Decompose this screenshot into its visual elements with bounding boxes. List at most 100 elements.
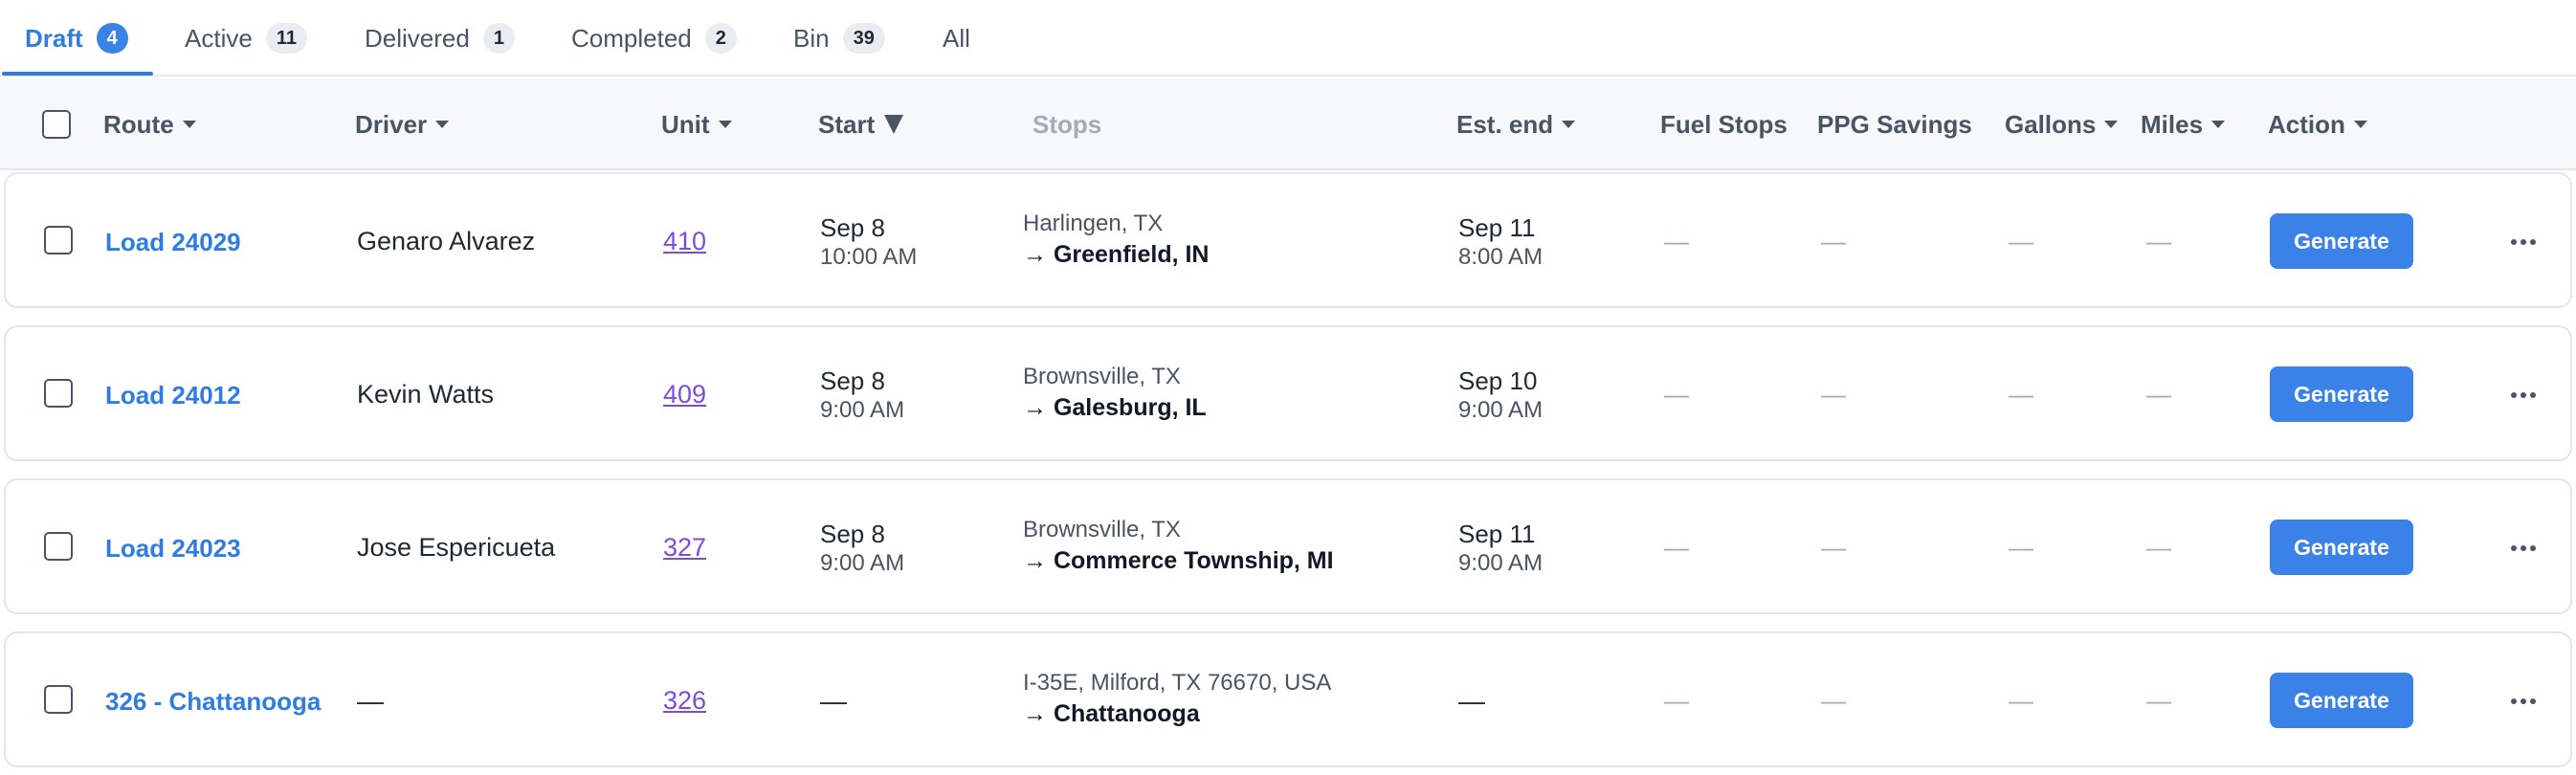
column-action[interactable]: Action <box>2268 78 2367 170</box>
tab-bin[interactable]: Bin 39 <box>793 0 885 77</box>
tab-label: Delivered <box>365 23 470 53</box>
start-time: 9:00 AM <box>820 397 905 423</box>
more-options-icon[interactable] <box>2505 693 2542 710</box>
tab-delivered[interactable]: Delivered 1 <box>365 0 515 77</box>
column-gallons[interactable]: Gallons <box>2005 78 2119 170</box>
row-select-cell <box>44 226 73 255</box>
tab-all[interactable]: All <box>943 0 970 77</box>
tab-count-badge: 39 <box>842 23 885 54</box>
tab-count-badge: 1 <box>482 23 515 54</box>
generate-button[interactable]: Generate <box>2270 520 2413 575</box>
start-time: 9:00 AM <box>820 550 905 576</box>
table-row[interactable]: Load 24012 Kevin Watts 409 Sep 8 9:00 AM… <box>4 325 2572 461</box>
route-link[interactable]: 326 - Chattanooga <box>105 687 321 717</box>
unit-link[interactable]: 326 <box>663 686 706 716</box>
tab-label: Completed <box>571 23 692 53</box>
tab-count-badge: 11 <box>265 23 307 54</box>
stop-origin: Brownsville, TX <box>1023 364 1181 389</box>
column-route[interactable]: Route <box>103 78 196 170</box>
end-time: 9:00 AM <box>1458 550 1543 576</box>
sort-caret-icon <box>2353 121 2367 128</box>
gallons-value: — <box>2009 380 2033 409</box>
stop-destination: → Commerce Township, MI <box>1023 547 1334 574</box>
driver-name: Genaro Alvarez <box>357 227 536 255</box>
end-date: Sep 10 <box>1458 366 1538 395</box>
driver-name: Kevin Watts <box>357 380 495 409</box>
start-cell: Sep 8 9:00 AM <box>820 365 904 425</box>
start-time: 10:00 AM <box>820 244 918 270</box>
ppg-savings-value: — <box>1821 227 1846 255</box>
end-time: 8:00 AM <box>1458 244 1543 270</box>
start-date: — <box>820 686 847 716</box>
table-header: Route Driver Unit Start Stops Est. end F… <box>0 78 2576 170</box>
stop-destination: → Chattanooga <box>1023 700 1200 727</box>
generate-button[interactable]: Generate <box>2270 673 2413 728</box>
stops-cell: Brownsville, TX → Commerce Township, MI <box>1023 515 1334 576</box>
tab-count-badge: 4 <box>96 23 128 54</box>
more-options-icon[interactable] <box>2505 540 2542 557</box>
unit-link[interactable]: 327 <box>663 533 706 563</box>
start-date: Sep 8 <box>820 520 885 548</box>
tab-label: Draft <box>25 23 83 53</box>
more-options-icon[interactable] <box>2505 387 2542 404</box>
ppg-savings-value: — <box>1821 380 1846 409</box>
row-select-cell <box>44 379 73 408</box>
column-label: Est. end <box>1456 109 1554 139</box>
row-checkbox[interactable] <box>44 685 73 714</box>
stop-origin: Brownsville, TX <box>1023 517 1181 542</box>
table-row[interactable]: Load 24023 Jose Espericueta 327 Sep 8 9:… <box>4 478 2572 614</box>
miles-value: — <box>2146 227 2171 255</box>
sort-caret-icon <box>182 121 196 128</box>
est-end-cell: Sep 10 9:00 AM <box>1458 365 1543 425</box>
sort-caret-icon <box>2211 121 2226 128</box>
active-tab-indicator <box>2 72 153 76</box>
start-cell: Sep 8 9:00 AM <box>820 519 904 578</box>
column-unit[interactable]: Unit <box>661 78 732 170</box>
more-options-icon[interactable] <box>2505 233 2542 251</box>
tab-active[interactable]: Active 11 <box>185 0 307 77</box>
tab-completed[interactable]: Completed 2 <box>571 0 737 77</box>
ppg-savings-value: — <box>1821 686 1846 715</box>
route-link[interactable]: Load 24012 <box>105 381 241 410</box>
unit-link[interactable]: 410 <box>663 227 706 256</box>
miles-value: — <box>2146 380 2171 409</box>
column-est-end[interactable]: Est. end <box>1456 78 1576 170</box>
unit-link[interactable]: 409 <box>663 380 706 410</box>
sort-caret-icon <box>718 121 732 128</box>
generate-button[interactable]: Generate <box>2270 213 2413 269</box>
column-label: Driver <box>355 109 428 139</box>
column-label: Start <box>818 109 876 139</box>
route-link[interactable]: Load 24029 <box>105 228 241 257</box>
end-date: Sep 11 <box>1458 520 1536 548</box>
ppg-savings-value: — <box>1821 533 1846 562</box>
row-checkbox[interactable] <box>44 532 73 561</box>
route-link[interactable]: Load 24023 <box>105 534 241 564</box>
tab-label: All <box>943 23 970 53</box>
start-date: Sep 8 <box>820 213 885 242</box>
generate-button[interactable]: Generate <box>2270 366 2413 422</box>
est-end-cell: Sep 11 8:00 AM <box>1458 212 1543 272</box>
tab-label: Active <box>185 23 253 53</box>
tab-label: Bin <box>793 23 830 53</box>
stop-origin: Harlingen, TX <box>1023 210 1164 236</box>
miles-value: — <box>2146 686 2171 715</box>
column-start[interactable]: Start <box>818 78 904 170</box>
row-checkbox[interactable] <box>44 226 73 255</box>
sort-caret-icon <box>2104 121 2119 128</box>
select-all-checkbox[interactable] <box>42 110 71 139</box>
sort-caret-icon <box>435 121 450 128</box>
table-row[interactable]: Load 24029 Genaro Alvarez 410 Sep 8 10:0… <box>4 172 2572 308</box>
column-miles[interactable]: Miles <box>2141 78 2226 170</box>
stops-cell: Harlingen, TX → Greenfield, IN <box>1023 209 1209 270</box>
tab-draft[interactable]: Draft 4 <box>25 0 128 77</box>
end-date: Sep 11 <box>1458 213 1536 242</box>
column-driver[interactable]: Driver <box>355 78 450 170</box>
column-label: PPG Savings <box>1817 109 1972 139</box>
driver-name: — <box>357 686 384 716</box>
table-row[interactable]: 326 - Chattanooga — 326 — I-35E, Milford… <box>4 631 2572 767</box>
select-all-cell <box>42 78 71 170</box>
row-checkbox[interactable] <box>44 379 73 408</box>
sort-descending-icon <box>884 115 904 134</box>
fuel-stops-value: — <box>1664 686 1689 715</box>
miles-value: — <box>2146 533 2171 562</box>
